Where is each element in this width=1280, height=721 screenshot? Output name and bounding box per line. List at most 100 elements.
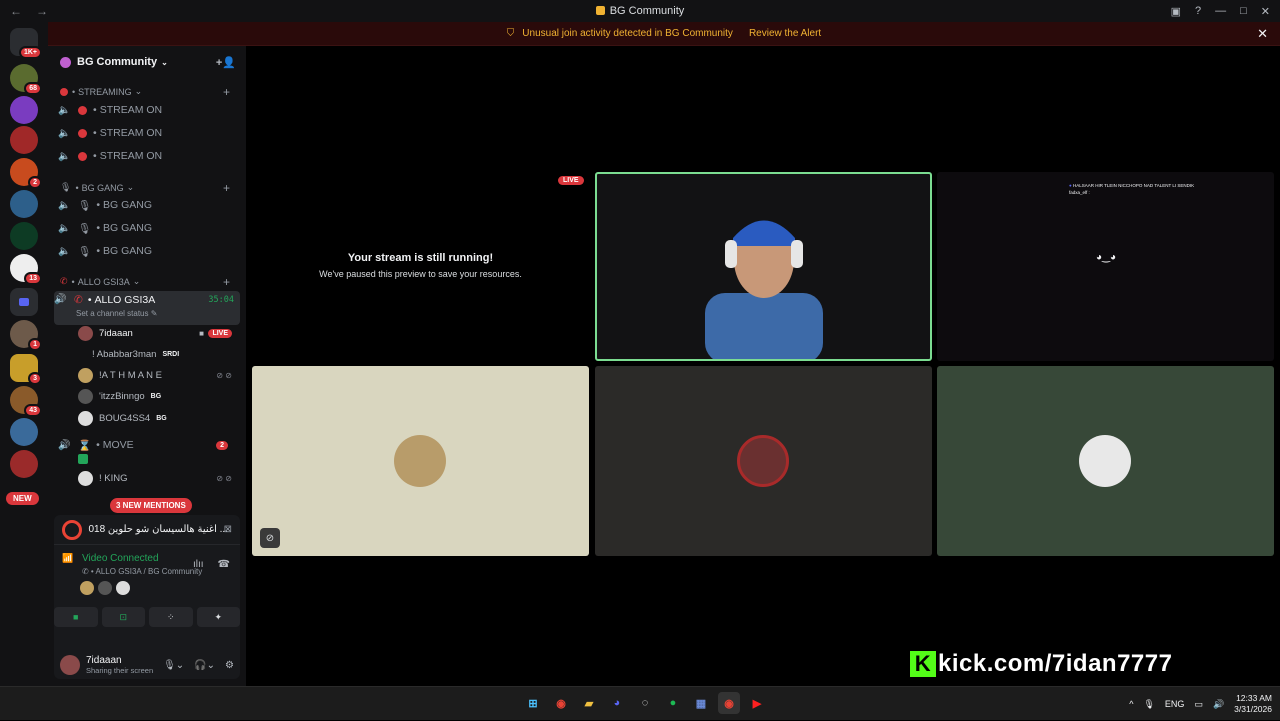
channel-move[interactable]: 🔊 ⌛ • MOVE 2: [58, 435, 238, 455]
file-explorer-icon[interactable]: ▰: [578, 692, 600, 714]
nav-buttons: ← →: [10, 4, 48, 18]
forward-arrow-icon[interactable]: →: [36, 4, 48, 18]
channel-allo-gsi3a-active[interactable]: 🔊 ✆ • ALLO GSI3A 35:04 Set a channel statu…: [54, 291, 240, 325]
speaker-icon: 🔈: [58, 150, 71, 162]
server-icon-7[interactable]: 13: [10, 254, 42, 285]
soundboard-button[interactable]: ✦: [196, 607, 240, 627]
muted-icon[interactable]: ⊘: [260, 528, 280, 548]
system-tray: ^ 🎙 ENG ▭ 🔊 12:33 AM 3/31/2026: [1129, 687, 1272, 721]
taskbar-apps: ⊞ ◉ ▰ ◕ ◌ ● ▦ ◉ ▶: [522, 692, 768, 714]
gear-icon[interactable]: ⚙: [225, 660, 234, 671]
category-bg-gang[interactable]: 🎙 • BG GANG ⌄ +: [60, 181, 236, 195]
speaker-icon: 🔈: [58, 199, 71, 211]
back-arrow-icon[interactable]: ←: [10, 4, 22, 18]
create-channel-icon[interactable]: +: [223, 275, 230, 289]
now-playing-activity[interactable]: ... أغنية هالسيسان شو حلوين 2018 (25041)…: [54, 515, 240, 545]
avatar[interactable]: [60, 655, 80, 675]
server-icon-5[interactable]: [10, 190, 38, 218]
voice-user-athmane[interactable]: !A T H M A N E ⊘ ⊘: [78, 365, 238, 385]
inbox-icon[interactable]: ▣: [1171, 5, 1181, 18]
folder-icon[interactable]: [10, 288, 38, 316]
microphone-icon[interactable]: 🎙⌄: [163, 660, 184, 671]
channel-stream-on-2[interactable]: 🔈 • STREAM ON: [58, 123, 238, 143]
chevron-down-icon: ⌄: [161, 57, 168, 67]
server-icon-11[interactable]: [10, 418, 38, 446]
server-icon-1[interactable]: 68: [10, 64, 42, 95]
app-icon[interactable]: ▦: [690, 692, 712, 714]
discord-icon[interactable]: ◕: [606, 692, 628, 714]
voice-user-7idaaan[interactable]: 7idaaan ■ LIVE: [78, 323, 238, 343]
video-tile-user-4[interactable]: [937, 366, 1274, 556]
server-icon-6[interactable]: [10, 222, 38, 250]
server-icon-3[interactable]: [10, 126, 38, 154]
channel-status[interactable]: Set a channel status ✎: [76, 309, 157, 318]
voice-channel-path[interactable]: ✆ • ALLO GSI3A / BG Community: [82, 567, 202, 576]
channel-bg-gang-1[interactable]: 🔈 🎙 • BG GANG: [58, 195, 238, 215]
voice-user-ababbar3man[interactable]: ! Ababbar3man SRDI: [78, 344, 238, 364]
windows-start-icon[interactable]: ⊞: [522, 692, 544, 714]
server-icon-2[interactable]: [10, 96, 38, 124]
invite-people-icon[interactable]: +👤: [216, 56, 236, 69]
language-indicator[interactable]: ENG: [1165, 699, 1185, 709]
close-window-button[interactable]: ✕: [1261, 5, 1270, 18]
speaker-icon: 🔈: [58, 245, 71, 257]
server-header[interactable]: BG Community ⌄ +👤: [48, 46, 246, 78]
spotify-icon[interactable]: ●: [662, 692, 684, 714]
muted-deafened-icon: ⊘ ⊘: [216, 370, 232, 380]
microphone-icon: 🎙: [60, 182, 72, 192]
minimize-button[interactable]: —: [1215, 5, 1226, 17]
category-streaming[interactable]: • STREAMING ⌄ +: [60, 85, 236, 99]
close-alert-icon[interactable]: ✕: [1257, 26, 1268, 42]
create-channel-icon[interactable]: +: [223, 181, 230, 195]
microphone-icon[interactable]: 🎙: [1143, 699, 1154, 710]
noise-suppression-icon[interactable]: ılıı: [193, 559, 204, 570]
avatar[interactable]: [80, 581, 94, 595]
server-icon-10[interactable]: 43: [10, 386, 42, 417]
voice-user-king[interactable]: ! KING ⊘ ⊘: [78, 468, 238, 488]
headphones-icon[interactable]: 🎧⌄: [194, 660, 215, 671]
channel-stream-on-3[interactable]: 🔈 • STREAM ON: [58, 146, 238, 166]
server-icon-4[interactable]: 2: [10, 158, 42, 189]
channel-stream-on-1[interactable]: 🔈 • STREAM ON: [58, 100, 238, 120]
direct-messages-button[interactable]: 1K+: [10, 28, 42, 59]
review-alert-link[interactable]: Review the Alert: [749, 28, 821, 39]
server-icon-8[interactable]: 1: [10, 320, 42, 351]
category-allo-gsi3a[interactable]: ✆ • ALLO GSI3A ⌄ +: [60, 275, 236, 289]
video-tile-main[interactable]: [595, 172, 932, 361]
volume-icon[interactable]: 🔊: [1213, 699, 1224, 710]
server-icon-12[interactable]: [10, 450, 38, 478]
chrome-active-icon[interactable]: ◉: [718, 692, 740, 714]
avatar[interactable]: [62, 581, 76, 595]
new-mentions-pill[interactable]: 3 NEW MENTIONS: [110, 498, 192, 513]
channel-bg-gang-3[interactable]: 🔈 🎙 • BG GANG: [58, 241, 238, 261]
help-icon[interactable]: ?: [1195, 5, 1201, 17]
chrome-icon[interactable]: ◉: [550, 692, 572, 714]
server-icon-9[interactable]: 3: [10, 354, 42, 385]
voice-user-boug4ss4[interactable]: BOUG4SS4 BG: [78, 408, 238, 428]
pencil-icon: ✎: [150, 309, 158, 318]
video-tile-user-2[interactable]: ⊘: [252, 366, 589, 556]
camera-button[interactable]: ■: [54, 607, 98, 627]
obs-icon[interactable]: ◌: [634, 692, 656, 714]
voice-status[interactable]: 📶 Video Connected: [62, 553, 159, 564]
clock[interactable]: 12:33 AM 3/31/2026: [1234, 693, 1272, 715]
maximize-button[interactable]: □: [1240, 5, 1247, 17]
activities-button[interactable]: ⁘: [149, 607, 193, 627]
screen-share-button[interactable]: ⊡: [101, 607, 145, 627]
avatar[interactable]: [98, 581, 112, 595]
network-icon[interactable]: ▭: [1194, 699, 1203, 710]
chevron-up-icon[interactable]: ^: [1129, 699, 1133, 709]
avatar: [78, 410, 93, 426]
new-unreads-pill[interactable]: NEW: [6, 492, 39, 505]
stop-stream-icon[interactable]: ⊠: [224, 524, 232, 535]
check-icon: [78, 454, 88, 464]
paused-stream-tile[interactable]: Your stream is still running! We've paus…: [252, 172, 589, 360]
youtube-icon[interactable]: ▶: [746, 692, 768, 714]
create-channel-icon[interactable]: +: [223, 85, 230, 99]
video-tile-user-3[interactable]: [595, 366, 932, 556]
disconnect-icon[interactable]: ☎: [218, 559, 230, 570]
channel-bg-gang-2[interactable]: 🔈 🎙 • BG GANG: [58, 218, 238, 238]
avatar[interactable]: [116, 581, 130, 595]
voice-user-itzzbinngo[interactable]: 'itzzBinngo BG: [78, 386, 238, 406]
video-tile-chat-overlay[interactable]: ● HALSAAR HIR TLEIN NICCHOPO NAD TALENT …: [937, 172, 1274, 361]
